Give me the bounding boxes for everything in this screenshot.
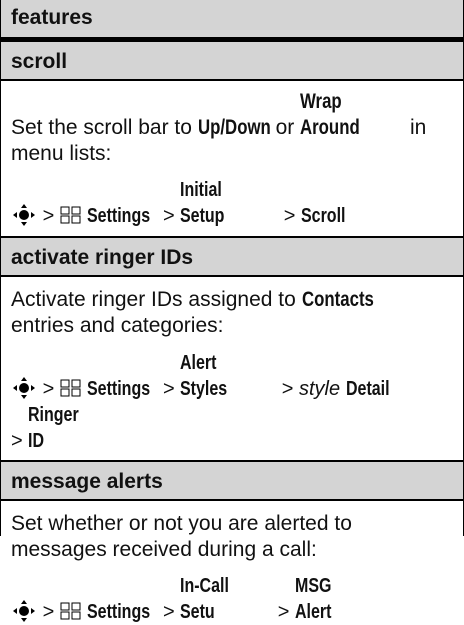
menu-path: > Settings > Initial Setup > Scroll xyxy=(1,177,463,229)
section-divider xyxy=(1,499,463,501)
settings-icon xyxy=(60,379,81,397)
settings-icon xyxy=(60,206,81,224)
settings-icon xyxy=(60,602,81,620)
section-description: Set the scroll bar to Up/Down or Wrap Ar… xyxy=(11,90,427,165)
page-title: features xyxy=(11,6,93,29)
section-description: Activate ringer IDs assigned to Contacts… xyxy=(11,288,374,337)
section-title-message-alerts: message alerts xyxy=(1,462,463,499)
section-title-activate-ringer-ids: activate ringer IDs xyxy=(1,238,463,275)
nav-key-icon xyxy=(13,600,35,622)
section-divider xyxy=(1,79,463,81)
section-divider xyxy=(1,275,463,277)
document-page: features scroll Set the scroll bar to Up… xyxy=(0,0,464,623)
section-description: Set whether or not you are alerted to me… xyxy=(11,512,352,561)
menu-path: > Settings > Alert Styles > style Detail… xyxy=(11,352,390,452)
menu-path: > Settings > In-Call Setu > MSG Alert xyxy=(1,573,463,625)
nav-key-icon xyxy=(13,204,35,226)
page-header: features xyxy=(1,0,463,37)
nav-key-icon xyxy=(13,377,35,399)
section-title-scroll: scroll xyxy=(1,42,463,79)
